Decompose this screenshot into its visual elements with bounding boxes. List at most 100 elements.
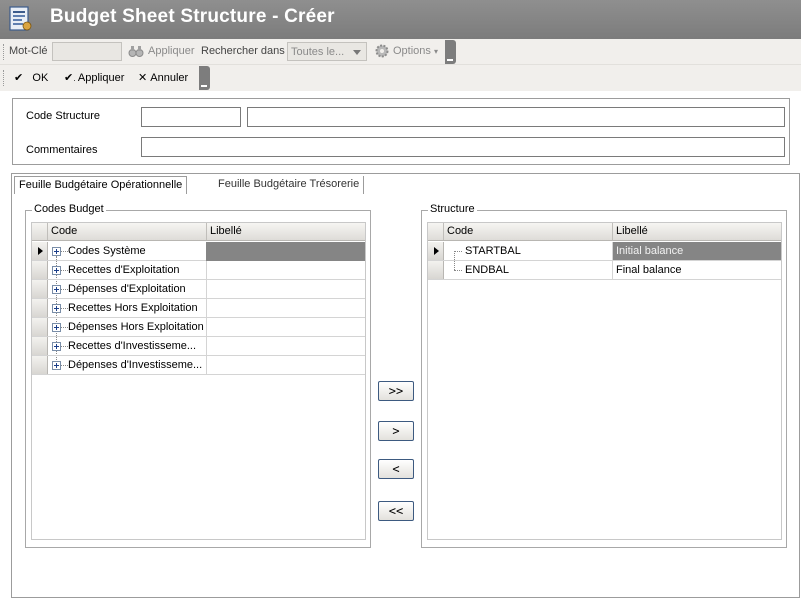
cell-divider: [206, 261, 207, 280]
expand-plus-icon[interactable]: [52, 342, 61, 351]
tab-operational-sheet[interactable]: Feuille Budgétaire Opérationnelle: [14, 176, 188, 194]
description-input[interactable]: [247, 107, 785, 127]
table-row[interactable]: Dépenses d'Exploitation: [32, 280, 365, 299]
toolbar-grip[interactable]: [3, 44, 5, 60]
row-selector[interactable]: [32, 337, 48, 355]
current-row-arrow-icon: [434, 247, 439, 255]
ok-button[interactable]: ✔ OK: [14, 71, 48, 84]
row-selector[interactable]: [428, 261, 444, 279]
remove-button[interactable]: <: [378, 459, 414, 479]
code-cell[interactable]: Dépenses d'Investisseme...: [68, 359, 204, 371]
cancel-button[interactable]: ✕ Annuler: [138, 71, 188, 84]
table-row[interactable]: Dépenses d'Investisseme...: [32, 356, 365, 375]
column-header-libelle[interactable]: Libellé: [612, 223, 781, 240]
cancel-label: Annuler: [150, 72, 189, 84]
chevron-down-icon: [353, 50, 361, 55]
table-row[interactable]: Recettes d'Exploitation: [32, 261, 365, 280]
search-in-value: Toutes le...: [291, 46, 345, 58]
table-row[interactable]: STARTBAL Initial balance: [428, 242, 781, 261]
check-apply-icon: ✔: [64, 72, 74, 84]
expand-plus-icon[interactable]: [52, 266, 61, 275]
table-row[interactable]: ENDBAL Final balance: [428, 261, 781, 280]
table-row[interactable]: Recettes d'Investisseme...: [32, 337, 365, 356]
row-selector[interactable]: [32, 242, 48, 260]
grid-header: Code Libellé: [428, 223, 781, 241]
expand-plus-icon[interactable]: [52, 247, 61, 256]
row-header-corner: [428, 223, 444, 240]
options-button[interactable]: Options ▾: [393, 45, 438, 57]
row-selector[interactable]: [32, 356, 48, 374]
row-selector[interactable]: [32, 318, 48, 336]
codes-budget-title: Codes Budget: [32, 203, 106, 215]
tab-treasury-sheet[interactable]: Feuille Budgétaire Trésorerie: [214, 176, 365, 194]
ok-label: OK: [32, 72, 49, 84]
window-title: Budget Sheet Structure - Créer: [50, 6, 335, 27]
apply-button[interactable]: ✔. Appliquer: [64, 71, 124, 84]
structure-grid: Code Libellé STARTBAL Initial balance ENDB…: [427, 222, 782, 540]
grid-header: Code Libellé: [32, 223, 365, 241]
expand-plus-icon[interactable]: [52, 361, 61, 370]
code-cell[interactable]: ENDBAL: [465, 264, 609, 276]
search-toolbar: Mot-Clé Appliquer Rechercher dans Toutes…: [0, 39, 801, 65]
apply-search-button[interactable]: Appliquer: [148, 45, 194, 57]
overflow-icon: [201, 85, 207, 87]
code-structure-input[interactable]: [141, 107, 241, 127]
keyword-label: Mot-Clé: [9, 45, 48, 57]
toolbar-grip[interactable]: [3, 70, 5, 86]
header-form: Code Structure Commentaires: [12, 98, 790, 165]
comments-label: Commentaires: [26, 144, 98, 156]
libelle-cell[interactable]: Final balance: [616, 264, 776, 276]
code-structure-label: Code Structure: [26, 110, 100, 122]
libelle-cell[interactable]: Initial balance: [616, 245, 776, 257]
keyword-input[interactable]: [52, 42, 122, 61]
column-header-code[interactable]: Code: [443, 223, 612, 240]
comments-input[interactable]: [141, 137, 785, 157]
add-all-button[interactable]: >>: [378, 381, 414, 401]
code-cell[interactable]: Recettes d'Investisseme...: [68, 340, 204, 352]
column-header-code[interactable]: Code: [47, 223, 206, 240]
column-header-libelle[interactable]: Libellé: [206, 223, 365, 240]
document-form-icon: [9, 6, 32, 31]
title-bar: Budget Sheet Structure - Créer: [0, 0, 801, 39]
row-selector[interactable]: [428, 242, 444, 260]
binoculars-icon[interactable]: [128, 43, 144, 59]
table-row[interactable]: Dépenses Hors Exploitation: [32, 318, 365, 337]
tree-connector: [454, 270, 462, 271]
toolbar-overflow-button[interactable]: [445, 40, 456, 64]
remove-all-button[interactable]: <<: [378, 501, 414, 521]
codes-budget-grid: Code Libellé Codes Système Recettes d'Exp…: [31, 222, 366, 540]
close-icon: ✕: [138, 72, 148, 84]
cell-divider: [206, 299, 207, 318]
code-cell[interactable]: Dépenses Hors Exploitation: [68, 321, 204, 333]
code-cell[interactable]: STARTBAL: [465, 245, 609, 257]
action-toolbar: ✔ OK ✔. Appliquer ✕ Annuler: [0, 65, 210, 91]
toolbar-overflow-button[interactable]: [199, 66, 210, 90]
add-button[interactable]: >: [378, 421, 414, 441]
cell-divider: [206, 318, 207, 337]
gear-icon: [375, 44, 389, 58]
code-cell[interactable]: Recettes d'Exploitation: [68, 264, 204, 276]
table-row[interactable]: Recettes Hors Exploitation: [32, 299, 365, 318]
selected-libelle-cell[interactable]: [206, 242, 365, 261]
code-cell[interactable]: Codes Système: [68, 245, 204, 257]
code-cell[interactable]: Recettes Hors Exploitation: [68, 302, 204, 314]
search-in-label: Rechercher dans: [201, 45, 285, 57]
expand-plus-icon[interactable]: [52, 323, 61, 332]
expand-plus-icon[interactable]: [52, 304, 61, 313]
row-header-corner: [32, 223, 48, 240]
dropdown-arrow-icon: ▾: [433, 47, 438, 56]
row-selector[interactable]: [32, 261, 48, 279]
options-label: Options: [393, 45, 431, 57]
row-selector[interactable]: [32, 280, 48, 298]
code-cell[interactable]: Dépenses d'Exploitation: [68, 283, 204, 295]
current-row-arrow-icon: [38, 247, 43, 255]
structure-title: Structure: [428, 203, 477, 215]
search-in-select[interactable]: Toutes le...: [287, 42, 367, 61]
checkmark-icon: ✔: [14, 72, 24, 84]
row-selector[interactable]: [32, 299, 48, 317]
apply-label: Appliquer: [77, 72, 125, 84]
overflow-icon: [447, 59, 453, 61]
cell-divider: [206, 337, 207, 356]
expand-plus-icon[interactable]: [52, 285, 61, 294]
cell-divider: [206, 280, 207, 299]
